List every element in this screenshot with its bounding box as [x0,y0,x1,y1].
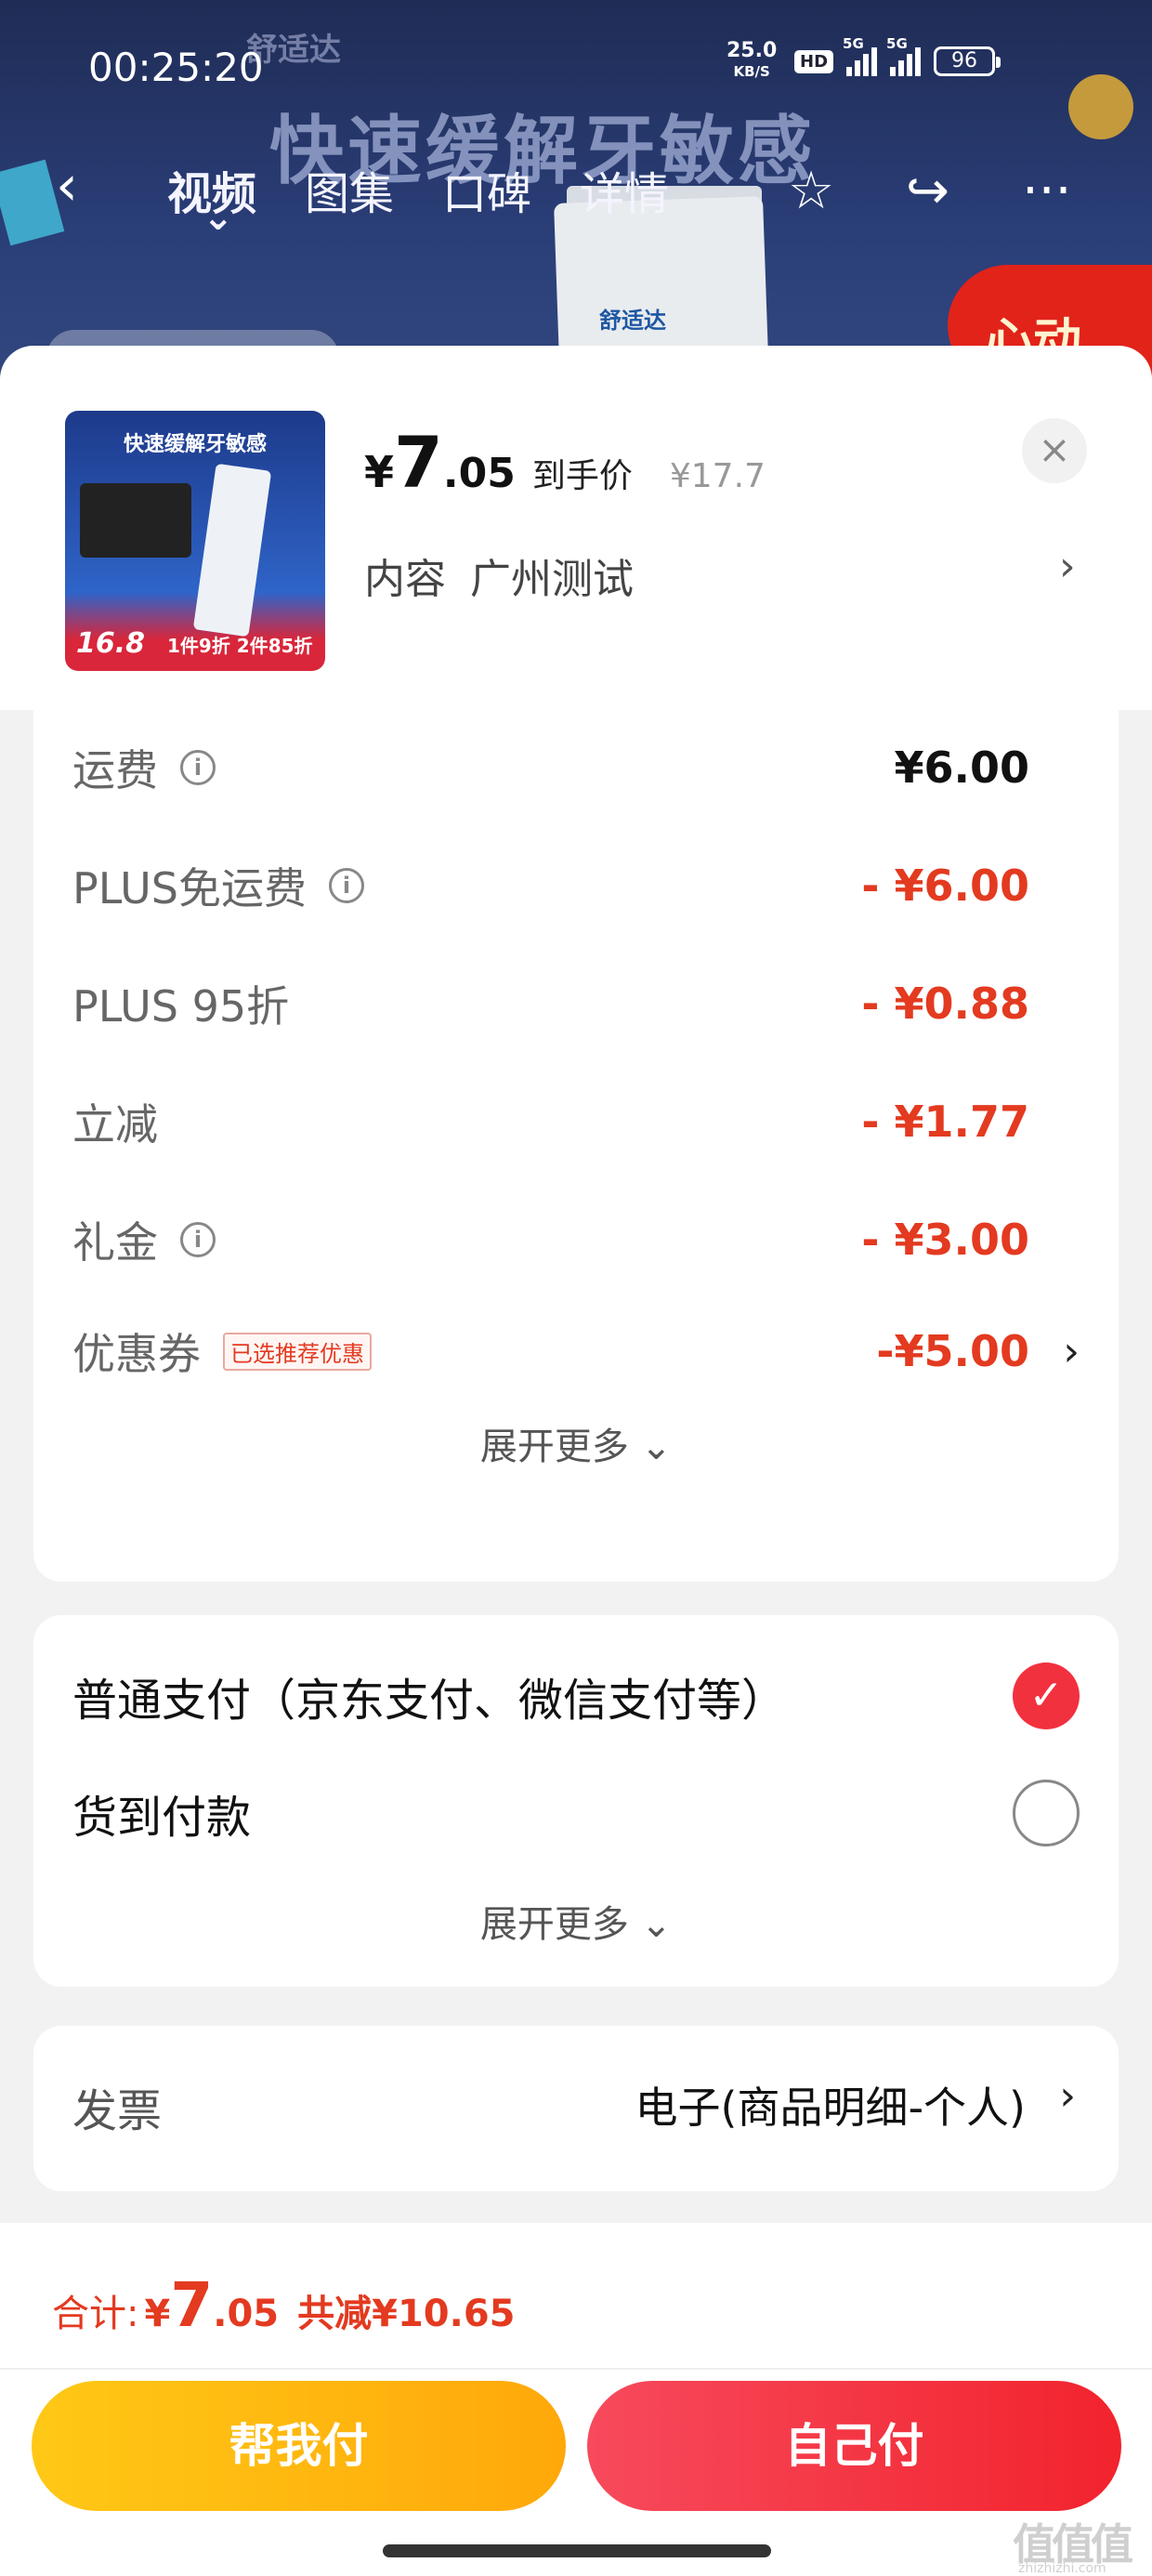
checked-icon[interactable]: ✓ [1013,1663,1080,1729]
price-breakdown-card: 运费 i ¥6.00 PLUS免运费 i - ¥6.00 PLUS 95折 - ¥0… [33,652,1119,1582]
payment-option-online[interactable]: 普通支付（京东支付、微信支付等） ✓ [72,1654,1080,1738]
signal-icon: 5G [886,35,922,76]
info-icon[interactable]: i [180,1222,216,1257]
total-savings: 共减¥10.65 [297,2293,516,2335]
fee-row-shipping: 运费 i ¥6.00 [72,743,1029,795]
tab-reviews[interactable]: 口碑 [442,157,531,222]
product-nav-bar: ‹ 视频 图集 口碑 详情 ☆ ↪ ··· [0,144,1152,239]
star-icon[interactable]: ☆ [788,161,834,221]
fee-row-plus-free-shipping: PLUS免运费 i - ¥6.00 [72,861,1029,913]
thumb-card-image [80,483,191,558]
expand-more-fees[interactable]: 展开更多 ⌄ [33,1416,1119,1470]
pay-myself-button[interactable]: 自己付 [587,2381,1121,2511]
spec-selector[interactable]: 内容 广州测试 [364,545,634,605]
more-icon[interactable]: ··· [1022,161,1071,221]
chevron-right-icon[interactable]: › [1059,543,1076,590]
spec-value: 广州测试 [470,556,634,603]
status-bar: 00:25:20 25.0 KB/S HD 5G 5G 96 [0,35,1152,93]
spec-label: 内容 [364,556,446,603]
coupon-badge: 已选推荐优惠 [223,1332,372,1371]
site-watermark-url: zhizhizhi.com [1018,2561,1106,2576]
fee-row-plus-discount: PLUS 95折 - ¥0.88 [72,979,1029,1032]
close-icon[interactable]: × [1022,418,1087,483]
checkout-footer: 合计: ¥ 7 .05 共减¥10.65 帮我付 自己付 值值值 zhizhiz… [0,2223,1152,2576]
help-me-pay-button[interactable]: 帮我付 [32,2381,566,2511]
thumb-tube-image [192,463,272,637]
expand-more-payment[interactable]: 展开更多 ⌄ [33,1894,1119,1948]
original-price: ¥17.7 [669,457,766,495]
battery-icon: 96 [934,46,1001,76]
signal-icon: 5G [843,35,878,76]
fee-row-instant-discount: 立减 - ¥1.77 [72,1097,1029,1150]
tab-gallery[interactable]: 图集 [305,157,394,222]
invoice-card[interactable]: 发票 电子(商品明细-个人) › [33,2026,1119,2191]
order-total: 合计: ¥ 7 .05 共减¥10.65 [52,2269,516,2341]
product-thumbnail: 快速缓解牙敏感 16.8 1件9折 2件85折 [65,411,325,671]
network-speed: 25.0 KB/S [727,39,778,81]
payment-method-card: 普通支付（京东支付、微信支付等） ✓ 货到付款 展开更多 ⌄ [33,1615,1119,1987]
chevron-right-icon[interactable]: › [1063,1328,1080,1375]
fee-row-coupon[interactable]: 优惠券 已选推荐优惠 -¥5.00 › [72,1314,1080,1388]
payment-option-cod[interactable]: 货到付款 [72,1771,1080,1855]
clock: 00:25:20 [88,45,264,90]
back-icon[interactable]: ‹ [56,153,78,218]
divider [0,2368,1152,2370]
unchecked-radio-icon[interactable] [1013,1780,1080,1847]
tab-video[interactable]: 视频 [167,157,256,239]
fee-row-gift-money: 礼金 i - ¥3.00 [72,1215,1029,1268]
info-icon[interactable]: i [180,750,216,785]
final-price-label: 到手价 [531,457,633,495]
status-icons: HD 5G 5G 96 [794,35,1001,76]
share-icon[interactable]: ↪ [906,161,949,221]
info-icon[interactable]: i [328,868,364,903]
final-price: ¥ 7 .05 到手价 ¥17.7 [364,421,766,504]
chevron-right-icon[interactable]: › [1059,2072,1076,2120]
home-indicator[interactable] [383,2544,771,2557]
invoice-label: 发票 [72,2085,163,2137]
product-summary: 快速缓解牙敏感 16.8 1件9折 2件85折 ¥ 7 .05 到手价 ¥17.… [0,346,1152,710]
hd-icon: HD [794,49,834,73]
tab-details[interactable]: 详情 [580,157,669,222]
invoice-value: 电子(商品明细-个人) [635,2083,1027,2133]
nav-tabs: 视频 图集 口碑 详情 [167,157,669,239]
toothpaste-brand: 舒适达 [599,308,666,334]
